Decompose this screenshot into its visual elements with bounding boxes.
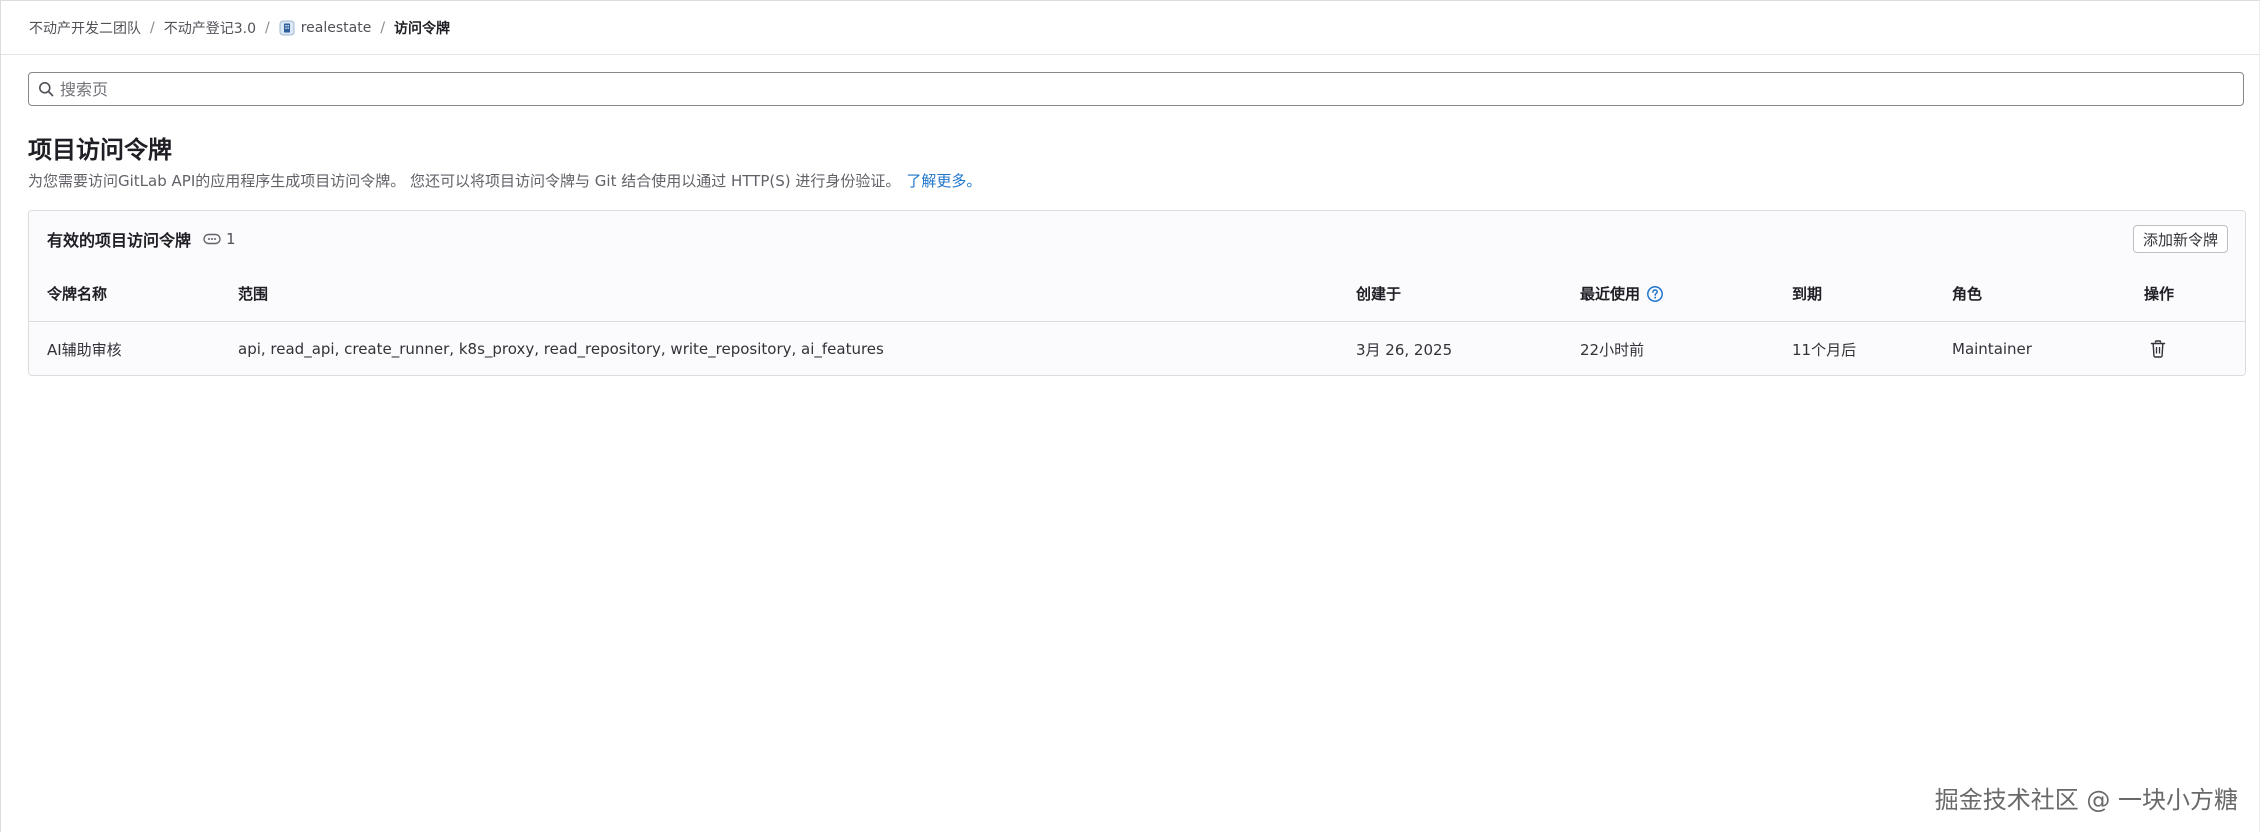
search-icon	[38, 81, 54, 97]
trash-icon	[2150, 340, 2166, 358]
breadcrumb-separator: /	[150, 19, 155, 36]
breadcrumb-separator: /	[264, 19, 270, 36]
column-header-actions: 操作	[2144, 285, 2175, 303]
breadcrumb-item-current[interactable]: 访问令牌	[394, 18, 450, 38]
token-icon	[203, 233, 226, 245]
token-count-badge: 1	[203, 230, 236, 248]
card-header: 有效的项目访问令牌 1 添加新令牌	[29, 211, 2245, 267]
token-actions-cell	[2144, 322, 2172, 375]
revoke-token-button[interactable]	[2144, 335, 2172, 363]
column-header-last-used: 最近使用	[1580, 266, 1664, 321]
page-description: 为您需要访问GitLab API的应用程序生成项目访问令牌。 您还可以将项目访问…	[28, 170, 981, 191]
token-expires-cell: 11个月后	[1792, 340, 1857, 359]
card-title: 有效的项目访问令牌 1	[47, 211, 236, 266]
breadcrumb: 不动产开发二团队 / 不动产登记3.0 / realestate / 访问令牌	[29, 1, 450, 54]
column-header-created: 创建于	[1356, 285, 1402, 303]
page-description-text: 为您需要访问GitLab API的应用程序生成项目访问令牌。 您还可以将项目访问…	[28, 172, 901, 190]
page-frame	[0, 0, 2260, 832]
top-bar: 不动产开发二团队 / 不动产登记3.0 / realestate / 访问令牌	[1, 1, 2259, 55]
column-header-scopes: 范围	[238, 285, 269, 303]
learn-more-link[interactable]: 了解更多。	[906, 172, 981, 190]
breadcrumb-item-project[interactable]: realestate	[279, 19, 372, 36]
token-count: 1	[226, 229, 236, 248]
project-avatar-icon	[279, 20, 295, 36]
breadcrumb-item-group[interactable]: 不动产开发二团队	[29, 18, 141, 38]
column-header-expires: 到期	[1792, 285, 1823, 303]
card-title-text: 有效的项目访问令牌	[47, 230, 192, 250]
column-header-token-name: 令牌名称	[47, 285, 108, 303]
table-header-row: 令牌名称 范围 创建于 最近使用 到期 角色 操作	[29, 266, 2245, 322]
search-box[interactable]	[28, 72, 2244, 106]
breadcrumb-item-project-label: realestate	[300, 19, 372, 36]
breadcrumb-item-subgroup[interactable]: 不动产登记3.0	[164, 18, 256, 38]
add-new-token-button[interactable]: 添加新令牌	[2132, 225, 2228, 253]
token-scopes-cell: api, read_api, create_runner, k8s_proxy,…	[238, 340, 884, 358]
watermark-text: 掘金技术社区 @ 一块小方糖	[1934, 786, 2238, 814]
token-created-cell: 3月 26, 2025	[1356, 340, 1453, 359]
page-title: 项目访问令牌	[28, 136, 172, 164]
table-row: AI辅助审核 api, read_api, create_runner, k8s…	[29, 322, 2245, 375]
question-circle-icon[interactable]	[1646, 285, 1664, 303]
token-role-cell: Maintainer	[1952, 340, 2032, 358]
active-tokens-card: 有效的项目访问令牌 1 添加新令牌 令牌名称 范围 创建于 最近使用 到期 角色…	[28, 210, 2246, 376]
column-header-last-used-label: 最近使用	[1580, 285, 1641, 303]
breadcrumb-separator: /	[380, 19, 386, 36]
token-last-used-cell: 22小时前	[1580, 340, 1645, 359]
token-name-cell: AI辅助审核	[47, 340, 122, 359]
search-input[interactable]	[60, 79, 2243, 99]
column-header-role: 角色	[1952, 285, 1983, 303]
